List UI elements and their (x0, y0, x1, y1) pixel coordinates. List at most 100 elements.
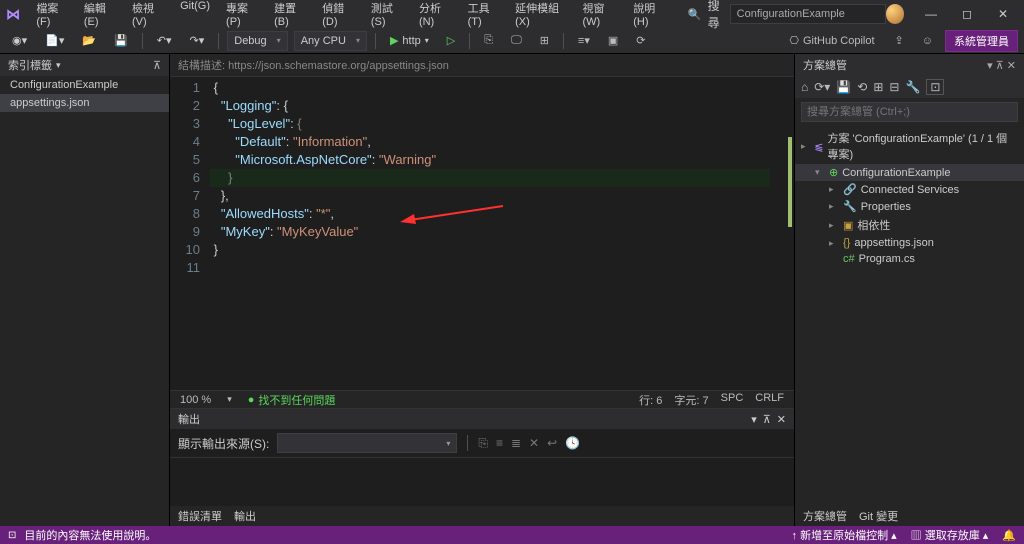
properties-node[interactable]: ▸🔧Properties (795, 198, 1024, 215)
rp-props-icon[interactable]: 🔧 (905, 80, 920, 94)
output-icon-3[interactable]: ≣ (511, 436, 521, 451)
left-tree-project[interactable]: ConfigurationExample (0, 76, 169, 94)
vs-logo-icon: ⋈ (4, 4, 22, 24)
output-source-combo[interactable]: ▾ (277, 433, 457, 453)
feedback-button[interactable]: ☺ (916, 31, 939, 51)
pin-icon[interactable]: ⊼ (153, 59, 161, 72)
output-icon-4[interactable]: ✕ (529, 436, 539, 451)
output-tabs: 錯誤清單 輸出 (170, 506, 794, 526)
title-search-input[interactable] (730, 4, 886, 24)
menu-test[interactable]: 測試(S) (363, 0, 411, 32)
start-button[interactable]: ▶http▾ (384, 31, 435, 51)
menu-file[interactable]: 檔案(F) (28, 0, 76, 32)
toolbar: ◉▾ 📄▾ 📂 💾 ↶▾ ↷▾ Debug Any CPU ▶http▾ ▷ ⎘… (0, 28, 1024, 54)
project-node[interactable]: ▾⊕ConfigurationExample (795, 164, 1024, 181)
rp-home-icon[interactable]: ⌂ (801, 80, 808, 94)
tab-output[interactable]: 輸出 (234, 508, 256, 524)
zoom-level[interactable]: 100 % (180, 394, 211, 406)
left-tree-appsettings[interactable]: appsettings.json (0, 94, 169, 112)
admin-button[interactable]: 系統管理員 (945, 30, 1018, 52)
menu-view[interactable]: 檢視(V) (124, 0, 172, 32)
rp-view-icon[interactable]: ⊡ (926, 79, 944, 95)
menu-window[interactable]: 視窗(W) (575, 0, 626, 32)
program-node[interactable]: c#Program.cs (795, 251, 1024, 267)
toolbar-icon-5[interactable]: ▣ (602, 31, 624, 51)
source-control-button[interactable]: ↑ 新增至原始檔控制 ▴ (792, 527, 897, 543)
code-editor[interactable]: 1234567891011 { "Logging": { "LogLevel":… (170, 77, 794, 390)
undo-button[interactable]: ↶▾ (151, 31, 178, 51)
title-search-label: 搜尋 (708, 0, 724, 31)
editor-status-bar: 100 % ▾ ● 找不到任何問題 行: 6 字元: 7 SPC CRLF (170, 390, 794, 408)
main-menu: 檔案(F) 編輯(E) 檢視(V) Git(G) 專案(P) 建置(B) 偵錯(… (28, 0, 674, 32)
new-item-button[interactable]: 📄▾ (39, 31, 70, 51)
menu-tools[interactable]: 工具(T) (460, 0, 508, 32)
open-button[interactable]: 📂 (76, 31, 102, 51)
sln-node[interactable]: ▸⫹方案 'ConfigurationExample' (1 / 1 個專案) (795, 128, 1024, 164)
eol-mode[interactable]: CRLF (755, 392, 784, 408)
output-icon-6[interactable]: 🕓 (565, 436, 580, 451)
toolbar-icon-2[interactable]: 🖵 (505, 31, 528, 51)
output-close-icon[interactable]: ✕ (777, 413, 786, 426)
output-icon-1[interactable]: ⎘ (478, 436, 488, 451)
issues-indicator[interactable]: ● 找不到任何問題 (248, 392, 336, 408)
output-icon-2[interactable]: ≡ (496, 436, 503, 451)
tab-git-changes[interactable]: Git 變更 (859, 508, 898, 524)
output-pin-icon[interactable]: ▾ (751, 413, 757, 426)
status-icon: ⊡ (8, 530, 16, 541)
redo-button[interactable]: ↷▾ (184, 31, 211, 51)
rp-refresh-icon[interactable]: ⟲ (857, 80, 867, 94)
connected-services-node[interactable]: ▸🔗Connected Services (795, 181, 1024, 198)
tab-solution-explorer[interactable]: 方案總管 (803, 508, 847, 524)
appsettings-node[interactable]: ▸{}appsettings.json (795, 235, 1024, 251)
menu-help[interactable]: 說明(H) (625, 0, 674, 32)
copilot-indicator[interactable]: ⎔ GitHub Copilot (789, 34, 874, 47)
menu-debug[interactable]: 偵錯(D) (314, 0, 363, 32)
toolbar-icon-1[interactable]: ⎘ (478, 31, 499, 51)
menu-git[interactable]: Git(G) (172, 0, 218, 32)
status-bar: ⊡ 目前的內容無法使用說明。 ↑ 新增至原始檔控制 ▴ ▥ 選取存放庫 ▴ 🔔 (0, 526, 1024, 544)
rp-showall-icon[interactable]: ⊞ (873, 80, 883, 94)
solution-tree: ▸⫹方案 'ConfigurationExample' (1 / 1 個專案) … (795, 126, 1024, 269)
toolbar-icon-4[interactable]: ≡▾ (572, 31, 596, 51)
config-combo[interactable]: Debug (227, 31, 287, 51)
output-body[interactable] (170, 458, 794, 506)
share-button[interactable]: ⇪ (889, 31, 910, 51)
save-button[interactable]: 💾 (108, 31, 134, 51)
rp-save-icon[interactable]: 💾 (836, 80, 851, 94)
rp-sync-icon[interactable]: ⟳▾ (814, 80, 830, 94)
rp-pin-icon[interactable]: ▾ ⊼ ✕ (987, 59, 1016, 72)
code-content[interactable]: { "Logging": { "LogLevel": { "Default": … (210, 77, 770, 390)
menu-project[interactable]: 專案(P) (218, 0, 266, 32)
left-pane-title[interactable]: 索引標籤▾ ⊼ (0, 54, 169, 76)
indent-mode[interactable]: SPC (721, 392, 744, 408)
notifications-icon[interactable]: 🔔 (1002, 529, 1016, 542)
title-bar: ⋈ 檔案(F) 編輯(E) 檢視(V) Git(G) 專案(P) 建置(B) 偵… (0, 0, 1024, 28)
menu-analyze[interactable]: 分析(N) (411, 0, 460, 32)
center-pane: 結構描述: https://json.schemastore.org/appse… (170, 54, 794, 526)
search-icon: 🔍 (688, 8, 702, 21)
tab-error-list[interactable]: 錯誤清單 (178, 508, 222, 524)
platform-combo[interactable]: Any CPU (294, 31, 367, 51)
user-avatar[interactable] (886, 4, 904, 24)
repo-select-button[interactable]: ▥ 選取存放庫 ▴ (911, 527, 989, 543)
start-nodbg-button[interactable]: ▷ (441, 31, 461, 51)
dependencies-node[interactable]: ▸▣相依性 (795, 215, 1024, 235)
maximize-button[interactable]: ◻ (950, 2, 984, 26)
toolbar-icon-3[interactable]: ⊞ (534, 31, 555, 51)
rp-collapse-icon[interactable]: ⊟ (889, 80, 899, 94)
menu-extensions[interactable]: 延伸模組(X) (507, 0, 574, 32)
toolbar-icon-6[interactable]: ⟳ (630, 31, 651, 51)
output-panel: 輸出 ▾⊼✕ 顯示輸出來源(S): ▾ ⎘ ≡ ≣ ✕ ↩ 🕓 錯誤清單 (170, 408, 794, 526)
output-header: 輸出 ▾⊼✕ (170, 409, 794, 429)
nav-back-button[interactable]: ◉▾ (6, 31, 33, 51)
output-icon-5[interactable]: ↩ (547, 436, 557, 451)
close-button[interactable]: ✕ (986, 2, 1020, 26)
schema-bar[interactable]: 結構描述: https://json.schemastore.org/appse… (170, 54, 794, 77)
solution-search-input[interactable] (801, 102, 1018, 122)
minimize-button[interactable]: — (914, 2, 948, 26)
main-area: 索引標籤▾ ⊼ ConfigurationExample appsettings… (0, 54, 1024, 526)
window-controls: — ◻ ✕ (914, 2, 1020, 26)
menu-build[interactable]: 建置(B) (266, 0, 314, 32)
menu-edit[interactable]: 編輯(E) (76, 0, 124, 32)
output-unpin-icon[interactable]: ⊼ (763, 413, 771, 426)
